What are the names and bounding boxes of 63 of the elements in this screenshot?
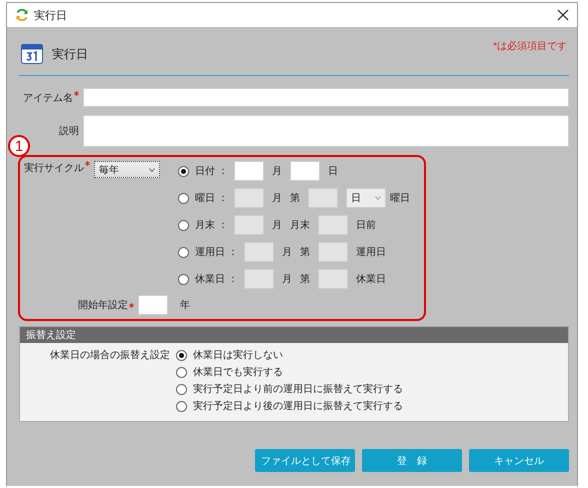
refresh-icon — [15, 8, 29, 22]
field-label: 休業日の場合の振替え設定 — [50, 348, 170, 363]
unit-label: 日 — [328, 165, 338, 178]
unit-label: 曜日 — [390, 192, 410, 205]
colon-text: ： — [218, 165, 228, 178]
option-label: 実行予定日より後の運用日に振替えて実行する — [193, 400, 403, 413]
number-field[interactable] — [234, 161, 264, 181]
radio-button[interactable] — [178, 192, 189, 204]
year-field[interactable] — [138, 295, 168, 315]
weekday-dropdown[interactable]: 日 — [346, 188, 386, 208]
text-area[interactable] — [83, 115, 569, 147]
unit-label: 月 — [272, 165, 282, 178]
field-label: 説明 — [59, 124, 79, 138]
unit-label: 月末 — [290, 218, 310, 232]
option-label: 曜日 — [195, 192, 215, 205]
colon-text: ： — [228, 246, 238, 259]
radio-button[interactable] — [176, 384, 187, 394]
option-label: 休業日は実行しない — [193, 348, 283, 362]
close-icon[interactable] — [557, 9, 569, 21]
option-label: 運用日 — [195, 246, 225, 259]
field-label: 開始年設定 — [78, 298, 128, 312]
caret-icon — [375, 196, 381, 200]
cycle-dropdown[interactable]: 毎年 — [94, 161, 160, 178]
unit-label: 日前 — [356, 219, 376, 232]
option-label: 休業日 — [195, 272, 225, 286]
number-field[interactable] — [290, 161, 320, 181]
option-label: 日付 — [195, 165, 215, 178]
radio-button[interactable] — [178, 166, 189, 176]
page-title: 実行日 — [52, 46, 88, 62]
radio-button[interactable] — [178, 220, 189, 230]
window-title: 実行日 — [34, 8, 67, 22]
radio-button[interactable] — [176, 366, 187, 378]
unit-label: 月 — [282, 273, 292, 286]
unit-label: 第 — [290, 192, 300, 205]
option-label: 月末 — [195, 218, 215, 232]
radio-button[interactable] — [178, 246, 189, 258]
radio-button[interactable] — [176, 350, 187, 360]
unit-label: 運用日 — [356, 246, 386, 259]
annotation-number: 1 — [8, 135, 30, 157]
action-button[interactable]: 登 録 — [362, 449, 462, 472]
unit-label: 月 — [272, 219, 282, 232]
colon-text: ： — [218, 219, 228, 232]
unit-label: 第 — [300, 246, 310, 259]
unit-label: 月 — [272, 192, 282, 205]
field-label: アイテム名 — [23, 92, 73, 104]
colon-text: ： — [228, 273, 238, 286]
unit-label: 年 — [180, 299, 190, 312]
unit-label: 第 — [300, 273, 310, 286]
radio-button[interactable] — [178, 274, 189, 284]
caret-icon — [149, 168, 155, 172]
required-note: *は必須項目です — [493, 40, 567, 53]
action-button[interactable]: ファイルとして保存 — [255, 449, 355, 472]
input-field[interactable] — [83, 88, 569, 107]
calendar-icon — [21, 44, 43, 64]
field-label: 実行サイクル — [24, 162, 84, 175]
action-button[interactable]: キャンセル — [469, 449, 569, 472]
radio-button[interactable] — [176, 400, 187, 412]
unit-label: 休業日 — [356, 272, 386, 286]
option-label: 実行予定日より前の運用日に振替えて実行する — [193, 382, 403, 396]
unit-label: 月 — [282, 246, 292, 259]
option-label: 休業日でも実行する — [193, 366, 283, 379]
section-header: 振替え設定 — [20, 327, 568, 343]
colon-text: ： — [218, 192, 228, 205]
